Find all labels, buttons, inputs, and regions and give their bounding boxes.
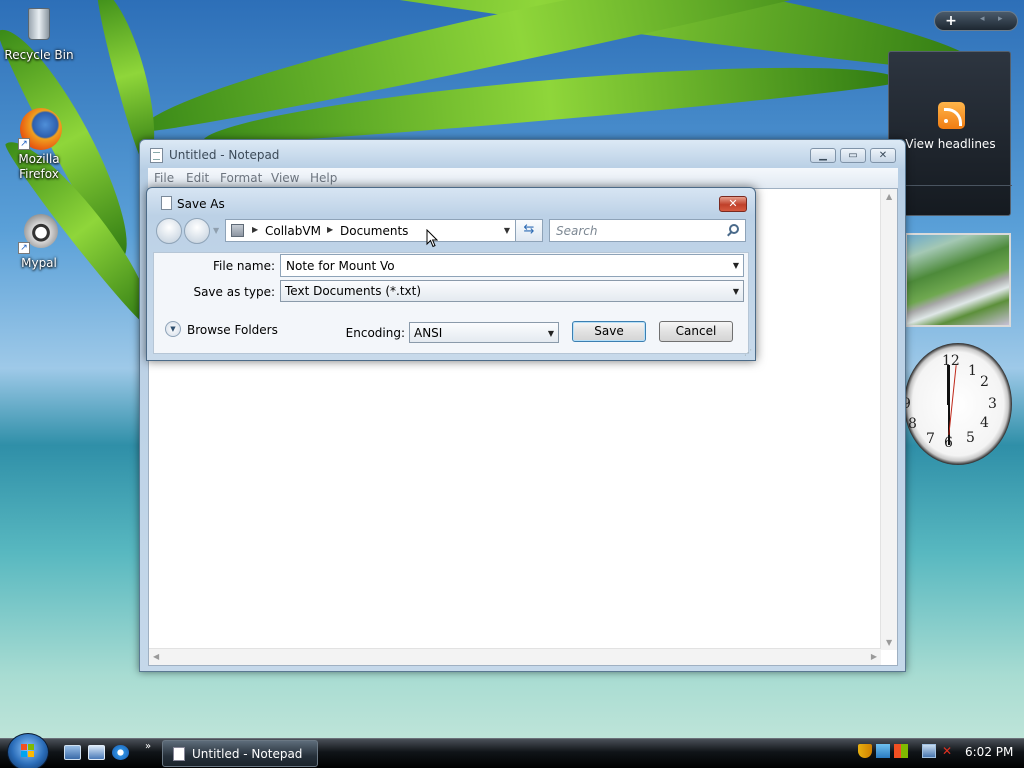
refresh-button[interactable]: ⇆ bbox=[515, 219, 543, 242]
menu-format[interactable]: Format bbox=[220, 171, 262, 185]
clock-numeral: 12 bbox=[942, 353, 960, 369]
resize-grip-icon[interactable]: ⋰ bbox=[744, 348, 752, 357]
clock-numeral: 8 bbox=[908, 416, 917, 432]
taskbar-button-label: Untitled - Notepad bbox=[192, 747, 303, 761]
clock-numeral: 5 bbox=[966, 430, 975, 446]
encoding-dropdown-icon[interactable]: ▼ bbox=[548, 329, 554, 338]
switch-windows-icon[interactable] bbox=[88, 745, 105, 760]
recycle-bin-desktop-icon[interactable]: Recycle Bin bbox=[4, 4, 74, 63]
save-as-type-value: Text Documents (*.txt) bbox=[285, 284, 422, 298]
folder-icon bbox=[231, 224, 244, 237]
previous-gadget-button[interactable]: ◂ bbox=[980, 14, 985, 24]
file-name-label: File name: bbox=[213, 259, 275, 273]
save-as-type-dropdown-icon[interactable]: ▼ bbox=[733, 287, 739, 296]
notepad-title: Untitled - Notepad bbox=[169, 148, 280, 162]
breadcrumb-separator-icon[interactable]: ▶ bbox=[252, 225, 258, 234]
recycle-bin-label: Recycle Bin bbox=[4, 48, 74, 62]
recent-pages-chevron-icon[interactable]: ▼ bbox=[213, 226, 219, 235]
save-button[interactable]: Save bbox=[572, 321, 646, 342]
minimize-button[interactable]: ▁ bbox=[810, 148, 836, 163]
search-placeholder: Search bbox=[556, 224, 598, 238]
shortcut-arrow-icon: ↗ bbox=[18, 242, 30, 254]
encoding-select[interactable]: ANSI ▼ bbox=[409, 322, 559, 343]
menu-bar: File Edit Format View Help bbox=[148, 168, 898, 188]
horizontal-scrollbar[interactable]: ◀ ▶ bbox=[149, 648, 881, 665]
slideshow-gadget[interactable] bbox=[905, 233, 1011, 327]
firefox-desktop-icon[interactable]: ↗ Mozilla Firefox bbox=[4, 108, 74, 182]
forward-button[interactable] bbox=[184, 218, 210, 244]
clock-numeral: 4 bbox=[980, 415, 989, 431]
breadcrumb-collabvm[interactable]: CollabVM bbox=[265, 224, 321, 238]
save-as-type-label: Save as type: bbox=[193, 285, 275, 299]
security-shield-icon[interactable] bbox=[858, 744, 872, 758]
add-gadget-button[interactable]: + bbox=[939, 13, 963, 29]
scroll-down-icon[interactable]: ▼ bbox=[886, 638, 892, 647]
search-input[interactable]: Search bbox=[549, 219, 746, 242]
file-name-value: Note for Mount Vo bbox=[286, 259, 395, 273]
scroll-right-icon[interactable]: ▶ bbox=[871, 652, 877, 661]
notepad-icon bbox=[150, 148, 163, 163]
file-name-field[interactable]: Note for Mount Vo ▼ bbox=[280, 254, 744, 277]
firefox-label: Mozilla Firefox bbox=[18, 152, 60, 181]
dialog-close-button[interactable]: ✕ bbox=[719, 196, 747, 212]
clock-numeral: 2 bbox=[980, 374, 989, 390]
next-gadget-button[interactable]: ▸ bbox=[998, 14, 1003, 24]
clock-hour-hand bbox=[947, 365, 950, 405]
clock-numeral: 1 bbox=[968, 363, 977, 379]
view-headlines-label: View headlines bbox=[905, 137, 996, 151]
windows-flag-icon[interactable] bbox=[894, 744, 908, 758]
menu-help[interactable]: Help bbox=[310, 171, 337, 185]
rss-icon bbox=[938, 102, 965, 129]
recycle-bin-icon bbox=[18, 4, 60, 46]
encoding-value: ANSI bbox=[414, 326, 443, 340]
mypal-desktop-icon[interactable]: ↗ Mypal bbox=[4, 212, 74, 271]
menu-view[interactable]: View bbox=[271, 171, 299, 185]
volume-muted-icon[interactable]: ✕ bbox=[942, 744, 956, 758]
scroll-up-icon[interactable]: ▲ bbox=[886, 192, 892, 201]
encoding-label: Encoding: bbox=[345, 326, 405, 340]
search-icon[interactable] bbox=[729, 224, 739, 234]
firefox-icon: ↗ bbox=[18, 108, 62, 150]
breadcrumb-separator-icon[interactable]: ▶ bbox=[327, 225, 333, 234]
file-name-dropdown-icon[interactable]: ▼ bbox=[733, 261, 739, 270]
taskbar-button-notepad[interactable]: Untitled - Notepad bbox=[162, 740, 318, 767]
clock-numeral: 3 bbox=[988, 396, 997, 412]
windows-update-icon[interactable] bbox=[876, 744, 890, 758]
start-button[interactable] bbox=[7, 733, 49, 768]
internet-explorer-icon[interactable] bbox=[112, 745, 129, 760]
desktop: Recycle Bin ↗ Mozilla Firefox ↗ Mypal + … bbox=[0, 0, 1024, 768]
menu-edit[interactable]: Edit bbox=[186, 171, 209, 185]
scroll-left-icon[interactable]: ◀ bbox=[153, 652, 159, 661]
close-button[interactable]: ✕ bbox=[870, 148, 896, 163]
browse-folders-button[interactable]: Browse Folders bbox=[187, 323, 278, 337]
mouse-cursor-icon bbox=[426, 229, 438, 248]
save-as-dialog[interactable]: Save As ✕ ▼ ▶ CollabVM ▶ Documents ▼ ⇆ S… bbox=[146, 187, 756, 361]
show-desktop-icon[interactable] bbox=[64, 745, 81, 760]
maximize-button[interactable]: ▭ bbox=[840, 148, 866, 163]
browse-folders-chevron-icon[interactable]: ▼ bbox=[165, 321, 181, 337]
breadcrumb-documents[interactable]: Documents bbox=[340, 224, 408, 238]
cancel-button[interactable]: Cancel bbox=[659, 321, 733, 342]
save-as-icon bbox=[161, 196, 172, 210]
vertical-scrollbar[interactable]: ▲ ▼ bbox=[880, 189, 897, 650]
shortcut-arrow-icon: ↗ bbox=[18, 138, 30, 150]
taskbar-clock[interactable]: 6:02 PM bbox=[965, 745, 1013, 759]
feed-headlines-gadget[interactable]: View headlines bbox=[888, 51, 1012, 216]
gadget-toolbar: + ◂ ▸ bbox=[934, 11, 1018, 31]
address-bar[interactable]: ▶ CollabVM ▶ Documents ▼ bbox=[225, 219, 543, 242]
dialog-title: Save As bbox=[177, 197, 225, 211]
gadget-divider bbox=[889, 185, 1012, 186]
clock-numeral: 7 bbox=[926, 431, 935, 447]
clock-gadget[interactable]: 12 1 2 3 4 5 6 7 8 9 bbox=[902, 343, 1012, 465]
notepad-icon bbox=[173, 747, 185, 761]
windows-logo-icon bbox=[21, 744, 34, 757]
menu-file[interactable]: File bbox=[154, 171, 174, 185]
mypal-icon: ↗ bbox=[18, 212, 60, 254]
mypal-label: Mypal bbox=[21, 256, 57, 270]
address-dropdown-icon[interactable]: ▼ bbox=[504, 226, 510, 235]
back-button[interactable] bbox=[156, 218, 182, 244]
network-icon[interactable] bbox=[922, 744, 936, 758]
save-as-type-select[interactable]: Text Documents (*.txt) ▼ bbox=[280, 280, 744, 302]
quick-launch-chevron-icon[interactable]: » bbox=[145, 741, 151, 752]
